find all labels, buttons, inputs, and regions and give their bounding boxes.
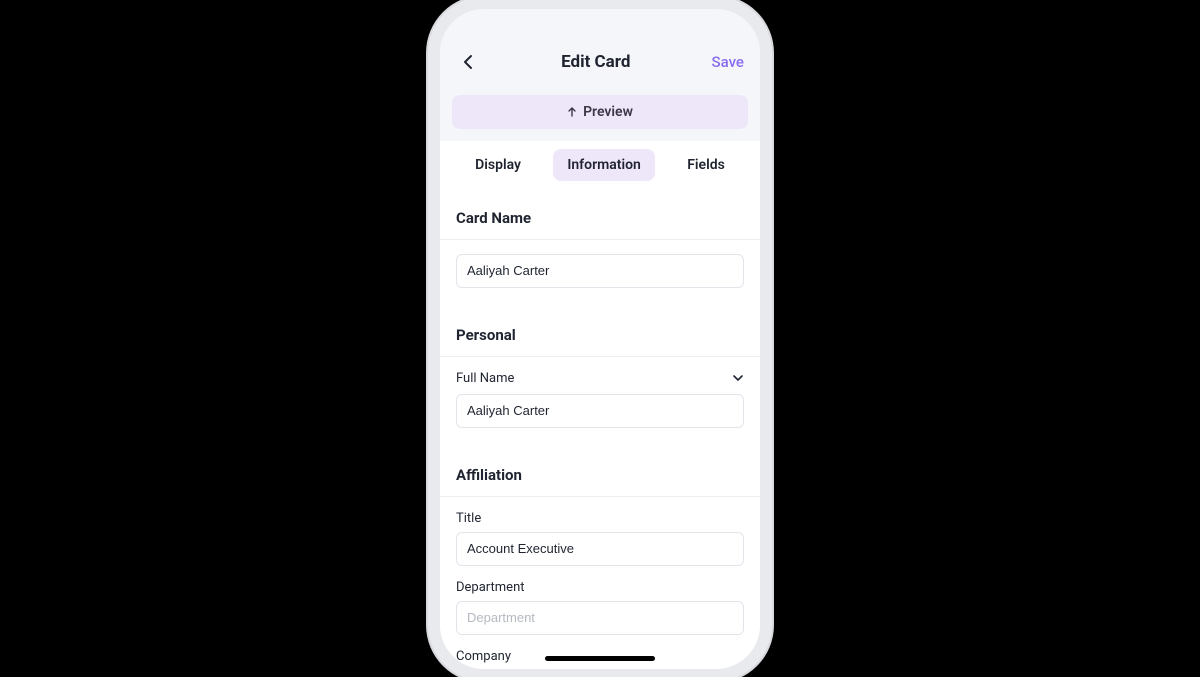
section-heading-card-name: Card Name	[440, 191, 760, 240]
tab-fields[interactable]: Fields	[673, 149, 739, 181]
chevron-left-icon	[463, 54, 473, 70]
preview-button[interactable]: Preview	[452, 95, 748, 129]
card-name-input[interactable]	[456, 254, 744, 288]
phone-frame: Edit Card Save Preview Display Informati…	[440, 9, 760, 669]
section-body-affiliation: Title Department Company Headline	[440, 497, 760, 669]
page-title: Edit Card	[561, 52, 630, 72]
title-label: Title	[456, 511, 744, 526]
section-heading-affiliation: Affiliation	[440, 448, 760, 497]
title-field-block: Title	[456, 511, 744, 566]
screen: Edit Card Save Preview Display Informati…	[440, 37, 760, 669]
preview-label: Preview	[583, 104, 633, 120]
content-scroll[interactable]: Card Name Personal Full Name Affiliatio	[440, 191, 760, 669]
save-button[interactable]: Save	[712, 53, 744, 71]
full-name-input[interactable]	[456, 394, 744, 428]
card-name-field-block	[456, 254, 744, 288]
section-body-card-name	[440, 240, 760, 308]
department-label: Department	[456, 580, 744, 595]
title-input[interactable]	[456, 532, 744, 566]
section-heading-personal: Personal	[440, 308, 760, 357]
chevron-down-icon	[732, 374, 744, 382]
full-name-expand-row[interactable]: Full Name	[456, 371, 744, 386]
tab-information[interactable]: Information	[553, 149, 655, 181]
arrow-up-icon	[567, 107, 577, 117]
back-button[interactable]	[456, 50, 480, 74]
topbar: Edit Card Save	[440, 37, 760, 87]
full-name-field-block: Full Name	[456, 371, 744, 428]
home-indicator	[545, 656, 655, 661]
department-field-block: Department	[456, 580, 744, 635]
tab-display[interactable]: Display	[461, 149, 535, 181]
section-body-personal: Full Name	[440, 357, 760, 448]
full-name-label: Full Name	[456, 371, 514, 386]
tabs: Display Information Fields	[440, 141, 760, 191]
department-input[interactable]	[456, 601, 744, 635]
preview-wrap: Preview	[440, 87, 760, 141]
